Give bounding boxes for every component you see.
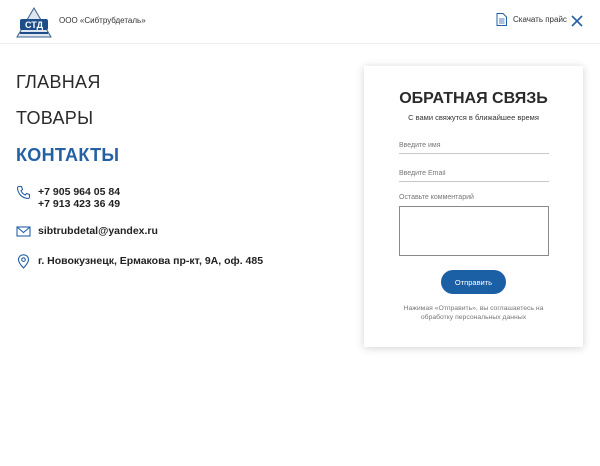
feedback-form-card: ОБРАТНАЯ СВЯЗЬ С вами свяжутся в ближайш… <box>364 66 583 347</box>
download-price-label: Скачать прайс <box>513 15 567 24</box>
form-title: ОБРАТНАЯ СВЯЗЬ <box>399 90 548 107</box>
nav-item-contacts[interactable]: КОНТАКТЫ <box>16 145 119 166</box>
header: СТД ООО «Сибтрубдеталь» Скачать прайс <box>0 0 600 44</box>
nav-item-products[interactable]: ТОВАРЫ <box>16 108 93 129</box>
close-icon[interactable] <box>570 14 584 28</box>
email-link[interactable]: sibtrubdetal@yandex.ru <box>38 225 158 237</box>
phone-number[interactable]: +7 905 964 05 84 <box>38 186 120 198</box>
phone-number[interactable]: +7 913 423 36 49 <box>38 198 120 210</box>
nav-item-home[interactable]: ГЛАВНАЯ <box>16 72 101 93</box>
address-text: г. Новокузнецк, Ермакова пр-кт, 9А, оф. … <box>38 255 264 267</box>
name-input[interactable] <box>399 138 549 154</box>
document-icon <box>496 13 507 26</box>
download-price-link[interactable]: Скачать прайс <box>496 13 567 26</box>
disclaimer-line: Нажимая «Отправить», вы соглашаетесь на <box>403 305 544 312</box>
comment-textarea[interactable] <box>399 206 549 256</box>
map-pin-icon <box>16 254 31 269</box>
phone-icon <box>16 185 31 200</box>
comment-label: Оставьте комментарий <box>399 194 474 201</box>
contact-address: г. Новокузнецк, Ермакова пр-кт, 9А, оф. … <box>16 254 264 269</box>
contact-email: sibtrubdetal@yandex.ru <box>16 225 158 239</box>
disclaimer-line: обработку персональных данных <box>420 314 527 321</box>
contact-phones: +7 905 964 05 84 +7 913 423 36 49 <box>16 185 120 210</box>
company-name: ООО «Сибтрубдеталь» <box>59 16 146 25</box>
logo-letters: СТД <box>25 20 44 30</box>
envelope-icon <box>16 224 31 239</box>
form-subtitle: С вами свяжутся в ближайшее время <box>408 113 539 122</box>
company-logo[interactable]: СТД <box>16 7 52 39</box>
submit-button[interactable]: Отправить <box>441 270 506 294</box>
email-input[interactable] <box>399 166 549 182</box>
privacy-disclaimer: Нажимая «Отправить», вы соглашаетесь на … <box>364 304 583 322</box>
